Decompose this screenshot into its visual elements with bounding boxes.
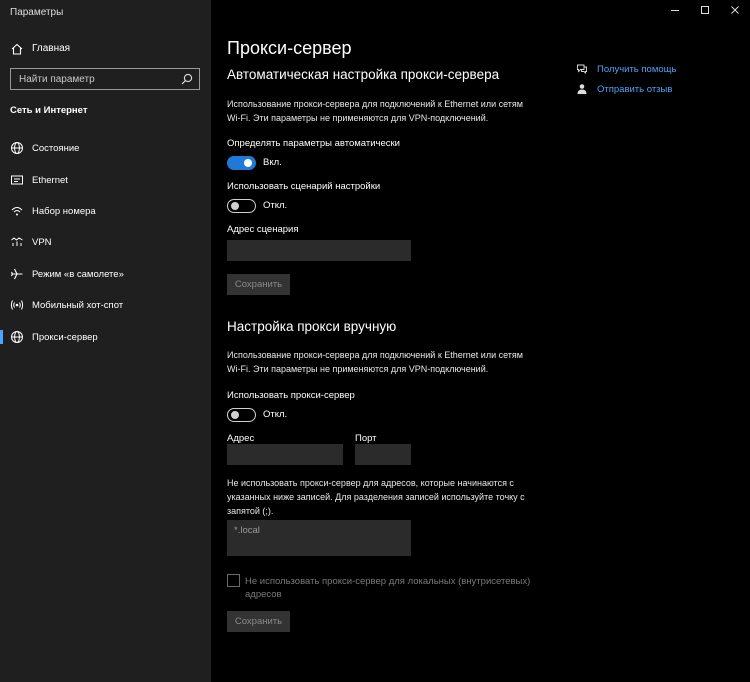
- setup-script-label: Использовать сценарий настройки: [227, 181, 381, 192]
- port-label: Порт: [355, 433, 377, 444]
- vpn-icon: [11, 237, 23, 246]
- sidebar-item-home[interactable]: Главная: [0, 38, 211, 60]
- search-box[interactable]: [10, 68, 200, 90]
- ethernet-icon: [11, 175, 23, 185]
- exceptions-description: Не использовать прокси-сервер для адресо…: [227, 478, 525, 516]
- minimize-icon[interactable]: [669, 4, 681, 16]
- sidebar: Параметры Главная Сеть и Интернет Состоя…: [0, 0, 211, 682]
- sidebar-item-hotspot[interactable]: Мобильный хот-спот: [0, 292, 211, 318]
- toggle-knob: [231, 410, 239, 419]
- local-addresses-label: Не использовать прокси-сервер для локаль…: [245, 576, 531, 600]
- setup-script-state: Откл.: [263, 200, 288, 211]
- airplane-icon: [11, 268, 23, 280]
- auto-save-button[interactable]: Сохранить: [227, 274, 290, 295]
- manual-save-button[interactable]: Сохранить: [227, 611, 290, 632]
- sidebar-item-label: Мобильный хот-спот: [32, 300, 124, 311]
- home-icon: [11, 43, 23, 55]
- detect-settings-label: Определять параметры автоматически: [227, 138, 400, 149]
- globe-icon: [11, 331, 23, 343]
- auto-section-heading: Автоматическая настройка прокси-сервера: [227, 67, 500, 82]
- feedback-icon: [577, 84, 587, 94]
- maximize-icon[interactable]: [699, 4, 711, 16]
- auto-section-description: Использование прокси-сервера для подключ…: [227, 99, 523, 123]
- manual-section-heading: Настройка прокси вручную: [227, 319, 397, 334]
- detect-settings-toggle[interactable]: [227, 156, 256, 170]
- detect-settings-state: Вкл.: [263, 157, 282, 168]
- app-title: Параметры: [10, 7, 64, 18]
- script-address-label: Адрес сценария: [227, 224, 299, 235]
- dialup-icon: [11, 207, 23, 216]
- use-proxy-state: Откл.: [263, 409, 288, 420]
- sidebar-item-label: Режим «в самолете»: [32, 269, 124, 280]
- sidebar-item-label: Набор номера: [32, 206, 96, 217]
- use-proxy-label: Использовать прокси-сервер: [227, 390, 355, 401]
- toggle-knob: [244, 159, 252, 167]
- sidebar-item-vpn[interactable]: VPN: [0, 229, 211, 255]
- script-address-field[interactable]: [227, 240, 411, 261]
- get-help-link[interactable]: Получить помощь: [576, 62, 676, 76]
- close-icon[interactable]: [729, 4, 741, 16]
- sidebar-item-home-label: Главная: [32, 43, 71, 54]
- globe-icon: [11, 142, 23, 154]
- sidebar-item-label: Ethernet: [32, 175, 68, 186]
- proxy-address-field[interactable]: [227, 444, 343, 465]
- use-proxy-toggle[interactable]: [227, 408, 256, 422]
- help-chat-icon: [577, 64, 587, 75]
- search-icon[interactable]: [181, 73, 193, 85]
- sidebar-item-ethernet[interactable]: Ethernet: [0, 167, 211, 193]
- address-label: Адрес: [227, 433, 255, 444]
- search-input[interactable]: [19, 72, 179, 86]
- send-feedback-link[interactable]: Отправить отзыв: [576, 82, 672, 96]
- send-feedback-label: Отправить отзыв: [597, 83, 673, 95]
- setup-script-toggle[interactable]: [227, 199, 256, 213]
- sidebar-section-title: Сеть и Интернет: [10, 105, 88, 116]
- sidebar-item-status[interactable]: Состояние: [0, 135, 211, 161]
- sidebar-item-label: Прокси-сервер: [32, 332, 98, 343]
- exceptions-field[interactable]: *.local: [227, 520, 411, 556]
- sidebar-item-label: VPN: [32, 237, 52, 248]
- sidebar-item-dialup[interactable]: Набор номера: [0, 198, 211, 224]
- sidebar-item-label: Состояние: [32, 143, 80, 154]
- hotspot-icon: [10, 300, 24, 310]
- toggle-knob: [231, 201, 239, 210]
- page-title: Прокси-сервер: [227, 38, 352, 58]
- manual-section-description: Использование прокси-сервера для подключ…: [227, 350, 523, 374]
- proxy-port-field[interactable]: [355, 444, 411, 465]
- get-help-label: Получить помощь: [597, 63, 677, 75]
- sidebar-item-airplane[interactable]: Режим «в самолете»: [0, 261, 211, 287]
- local-addresses-checkbox[interactable]: [227, 574, 240, 587]
- sidebar-item-proxy[interactable]: Прокси-сервер: [0, 324, 211, 350]
